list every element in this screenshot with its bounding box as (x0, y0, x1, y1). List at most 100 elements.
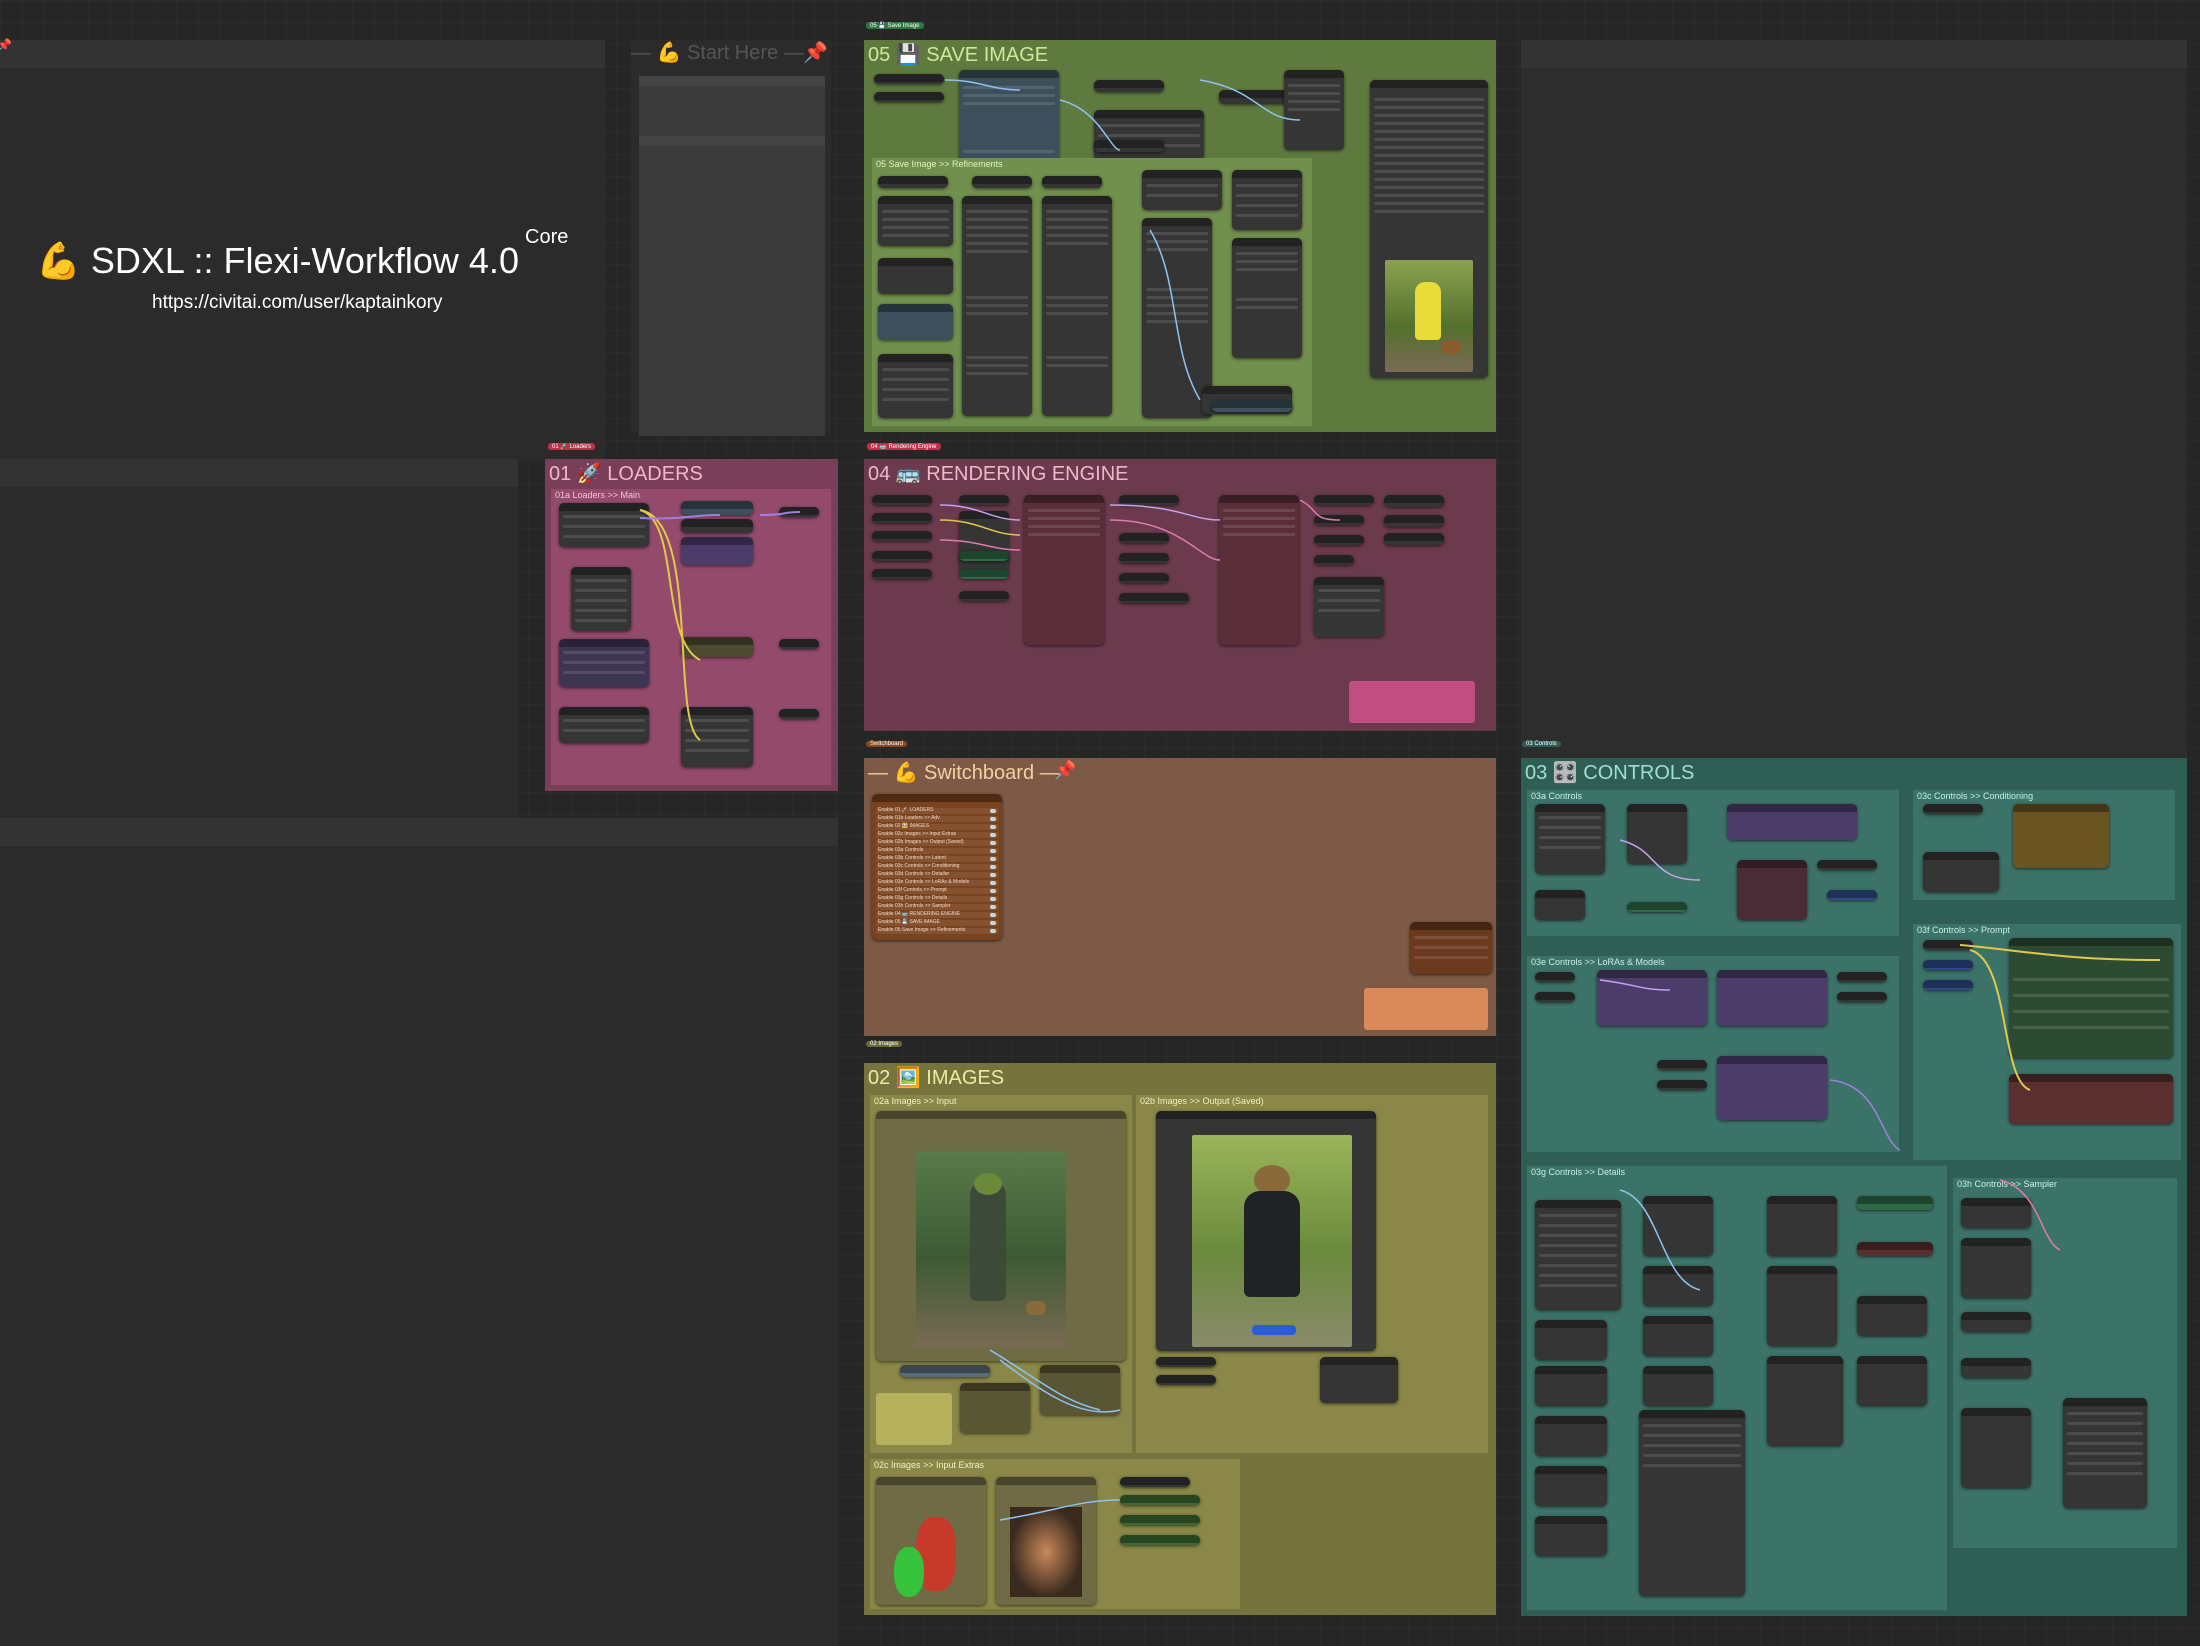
node[interactable] (1643, 1266, 1713, 1306)
node[interactable] (1314, 555, 1354, 565)
node[interactable] (1094, 80, 1164, 92)
node[interactable] (1120, 1515, 1200, 1525)
toggle-switch[interactable] (990, 817, 996, 821)
node[interactable] (1535, 1466, 1607, 1506)
group-controls[interactable]: 03 🎛️ CONTROLS 03a Controls 03c Controls… (1521, 758, 2187, 1616)
switch-row[interactable]: Enable 03a Controls (876, 847, 998, 854)
note-pink[interactable] (1349, 681, 1475, 723)
subgroup-prompt[interactable]: 03f Controls >> Prompt (1913, 924, 2181, 1160)
node[interactable] (1314, 535, 1364, 545)
subgroup-refinements[interactable]: 05 Save Image >> Refinements (872, 158, 1312, 426)
node[interactable] (1320, 1357, 1398, 1403)
node[interactable] (1535, 1320, 1607, 1360)
node[interactable] (1717, 1056, 1827, 1120)
switch-row[interactable]: Enable 03h Controls >> Sampler (876, 903, 998, 910)
toggle-switch[interactable] (990, 849, 996, 853)
node[interactable] (959, 511, 1009, 571)
switch-row[interactable]: Enable 05 💾 SAVE IMAGE (876, 919, 998, 926)
group-tag[interactable]: Switchboard (866, 741, 908, 747)
toggle-switch[interactable] (990, 865, 996, 869)
ksampler-node[interactable] (1024, 495, 1104, 645)
node[interactable] (1314, 577, 1384, 637)
node[interactable] (900, 1365, 990, 1377)
node[interactable] (1961, 1312, 2031, 1332)
subgroup-sampler[interactable]: 03h Controls >> Sampler (1953, 1178, 2177, 1548)
node[interactable] (996, 1477, 1096, 1605)
node[interactable] (1535, 890, 1585, 920)
node[interactable] (1120, 1495, 1200, 1505)
node[interactable] (962, 196, 1032, 416)
switchboard-node[interactable]: Enable 01 🚀 LOADERS Enable 01b Loaders >>… (872, 794, 1002, 940)
node[interactable] (959, 495, 1009, 505)
lora-loader-node-2[interactable] (1717, 970, 1827, 1026)
output-image[interactable] (1192, 1135, 1352, 1347)
node[interactable] (1040, 1365, 1120, 1415)
node[interactable] (1961, 1408, 2031, 1488)
node[interactable] (1535, 1416, 1607, 1456)
group-switchboard[interactable]: — 💪 Switchboard — 📌 Enable 01 🚀 LOADERS E… (864, 758, 1496, 1036)
node[interactable] (1857, 1242, 1933, 1256)
switch-row[interactable]: Enable 02c Images >> Input Extras (876, 831, 998, 838)
node[interactable] (959, 591, 1009, 601)
node[interactable] (972, 176, 1032, 188)
node[interactable] (779, 709, 819, 719)
node[interactable] (779, 639, 819, 649)
toggle-switch[interactable] (990, 833, 996, 837)
note-yellow[interactable] (876, 1393, 952, 1445)
node[interactable] (681, 519, 753, 533)
node[interactable] (1094, 110, 1204, 160)
node[interactable] (681, 537, 753, 565)
node[interactable] (959, 551, 1009, 561)
node[interactable] (872, 531, 932, 541)
node[interactable] (2013, 804, 2109, 868)
node[interactable] (872, 569, 932, 579)
node[interactable] (1923, 804, 1983, 814)
output-thumbnail[interactable] (1385, 260, 1473, 372)
group-tag[interactable]: 02 Images (866, 1041, 903, 1047)
toggle-switch[interactable] (990, 905, 996, 909)
toggle-switch[interactable] (990, 873, 996, 877)
group-tag[interactable]: 03 Controls (1522, 741, 1561, 747)
group-tag[interactable]: 04 🚌 Rendering Engine (867, 443, 941, 450)
toggle-switch[interactable] (990, 825, 996, 829)
node[interactable] (1094, 140, 1164, 152)
node[interactable] (878, 304, 953, 340)
node[interactable] (1042, 176, 1102, 188)
node[interactable] (1219, 90, 1289, 104)
node[interactable] (1212, 400, 1292, 412)
node[interactable] (1627, 902, 1687, 912)
node[interactable] (1156, 1375, 1216, 1385)
node[interactable] (878, 354, 953, 418)
node[interactable] (1535, 992, 1575, 1002)
node[interactable] (559, 707, 649, 743)
node[interactable] (874, 92, 944, 102)
node[interactable] (1142, 170, 1222, 210)
switch-row[interactable]: Enable 01b Loaders >> Adv (876, 815, 998, 822)
subgroup-loras-models[interactable]: 03e Controls >> LoRAs & Models (1527, 956, 1899, 1152)
switch-row[interactable]: Enable 02 🖼️ IMAGES (876, 823, 998, 830)
node[interactable] (1119, 533, 1169, 543)
node[interactable] (1639, 1410, 1745, 1596)
node[interactable] (1827, 890, 1877, 900)
node[interactable] (1923, 852, 1999, 892)
switch-row[interactable]: Enable 04 🚌 RENDERING ENGINE (876, 911, 998, 918)
switch-row[interactable]: Enable 02b Images >> Output (Saved) (876, 839, 998, 846)
toggle-switch[interactable] (990, 857, 996, 861)
subgroup-images-output[interactable]: 02b Images >> Output (Saved) (1136, 1095, 1488, 1453)
node[interactable] (1314, 515, 1364, 525)
mask-image[interactable] (894, 1517, 968, 1597)
node[interactable] (872, 513, 932, 523)
node[interactable] (878, 258, 953, 294)
node[interactable] (1284, 70, 1344, 150)
node[interactable] (1923, 980, 1973, 990)
save-image-node[interactable] (1370, 80, 1488, 378)
toggle-switch[interactable] (990, 809, 996, 813)
toggle-switch[interactable] (990, 913, 996, 917)
node[interactable] (1657, 1080, 1707, 1090)
subgroup-details[interactable]: 03g Controls >> Details (1527, 1166, 1947, 1610)
switch-row[interactable]: Enable 03g Controls >> Details (876, 895, 998, 902)
node[interactable] (571, 567, 631, 631)
load-image-node[interactable] (876, 1111, 1126, 1361)
latent-switch-node[interactable] (1727, 804, 1857, 840)
node[interactable] (878, 196, 953, 246)
